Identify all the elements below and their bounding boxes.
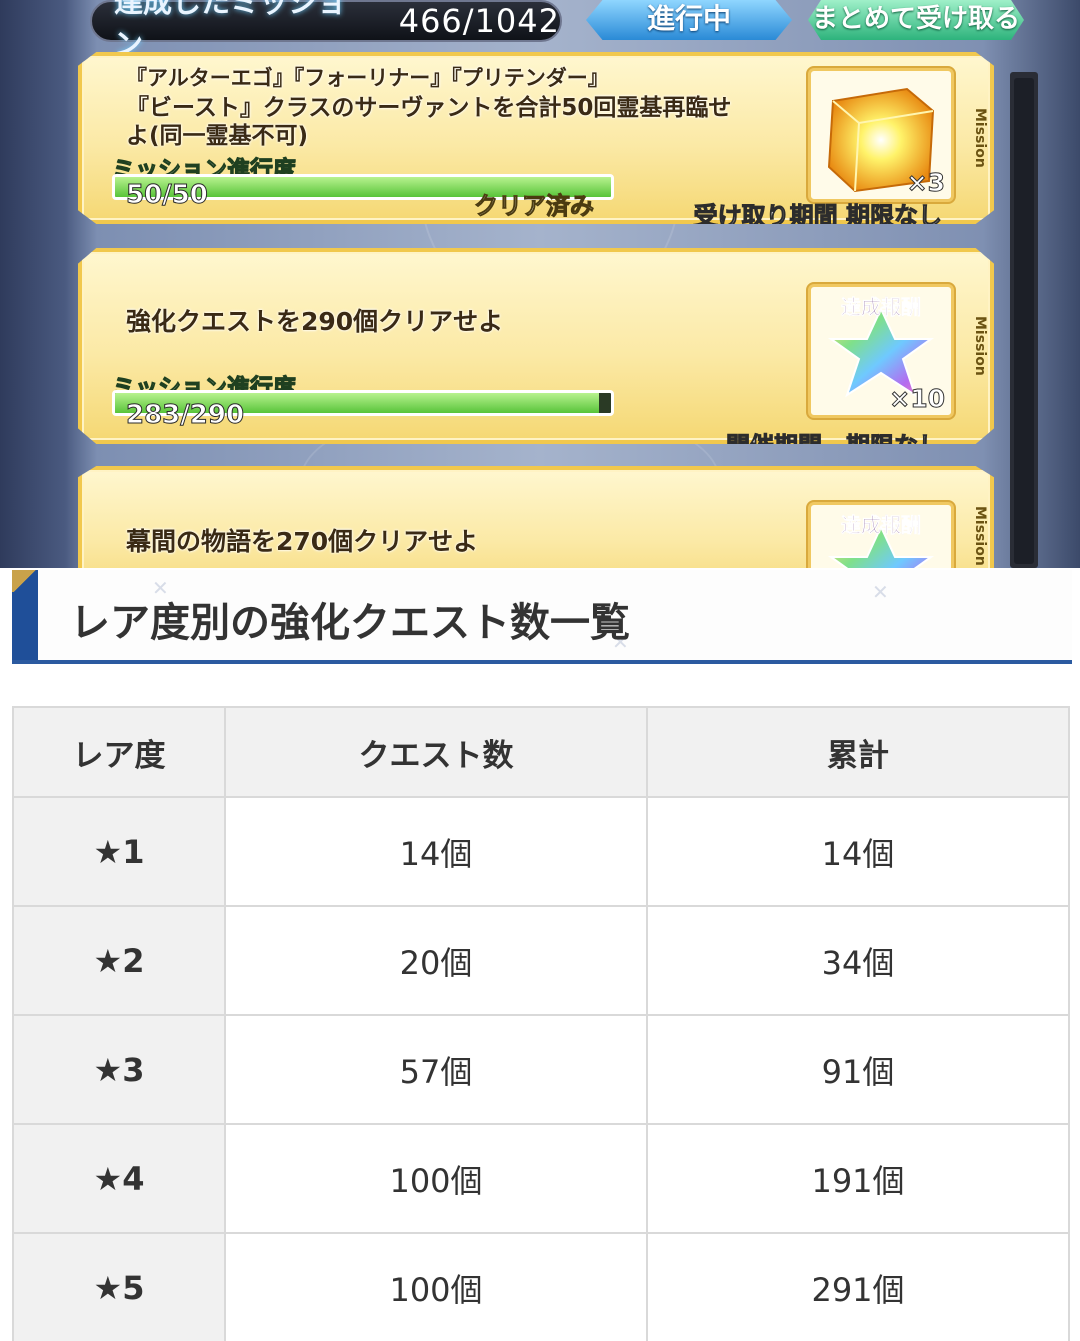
mission-period-text: 受け取り期間 期限なし [693,202,942,230]
heading-sparkle-icon: ✕ [872,580,889,604]
column-header-cumulative: 累計 [646,706,1070,798]
page-title: レア度別の強化クエスト数一覧 [70,600,630,646]
mission-side-tag: Mission [972,506,988,566]
mission-description-line: 強化クエストを290個クリアせよ [126,307,504,336]
mission-reward-quantity: ×3 [906,168,945,198]
quest-count-cell: 100個 [224,1232,648,1341]
mission-progress-value: 283/290 [125,400,245,431]
reward-caption: 達成報酬 [841,513,922,538]
rarity-cell: ★3 [12,1014,226,1125]
mission-description-line: よ(同一霊基不可) [126,123,309,149]
mission-progress-value: 50/50 [126,180,209,211]
claim-all-button[interactable]: まとめて受け取る [808,0,1024,40]
rarity-cell: ★2 [12,905,226,1016]
column-header-quest-count: クエスト数 [224,706,648,798]
table-row: ★4 100個 191個 [12,1123,1070,1234]
mission-reward-quantity: ×10 [889,384,946,414]
heading-accent-ornament [12,570,38,592]
table-row: ★2 20個 34個 [12,905,1070,1016]
mission-reward-box[interactable]: 達成報酬 [808,502,954,568]
game-screenshot: 達成したミッション 466/1042 進行中 まとめて受け取る 『アルターエゴ』… [0,0,1080,568]
quest-count-cell: 20個 [224,905,648,1016]
mission-card[interactable]: 強化クエストを290個クリアせよ ミッション進行度 283/290 達成報酬 ×… [78,248,994,444]
cumulative-cell: 291個 [646,1232,1070,1341]
scrollbar-thumb[interactable] [1014,78,1034,564]
mission-side-tag: Mission [972,316,988,376]
mission-side-tag: Mission [972,108,988,168]
cumulative-cell: 34個 [646,905,1070,1016]
cumulative-cell: 14個 [646,796,1070,907]
article-section: ✕ ✕ ✕ レア度別の強化クエスト数一覧 レア度 クエスト数 累計 ★1 14個… [0,568,1080,1341]
mission-cleared-label: クリア済み [474,192,595,221]
rarity-cell: ★1 [12,796,226,907]
table-row: ★1 14個 14個 [12,796,1070,907]
mission-reward-box[interactable]: 達成報酬 ×10 [808,284,954,418]
reward-caption: 達成報酬 [841,295,922,320]
cumulative-cell: 191個 [646,1123,1070,1234]
quest-count-cell: 14個 [224,796,648,907]
mission-period-text: 開催期間 期限なし [726,432,943,460]
quest-count-table: レア度 クエスト数 累計 ★1 14個 14個 ★2 20個 34個 ★3 57… [12,706,1070,1341]
mission-card[interactable]: 『アルターエゴ』『フォーリナー』『プリテンダー』 『ビースト』クラスのサーヴァン… [78,52,994,224]
column-header-rarity: レア度 [12,706,226,798]
mission-card[interactable]: 幕間の物語を270個クリアせよ 達成報酬 Mission [78,466,994,568]
in-progress-button[interactable]: 進行中 [586,0,792,40]
quest-count-cell: 100個 [224,1123,648,1234]
mission-description-line: 幕間の物語を270個クリアせよ [126,527,479,556]
achieved-missions-count: 466/1042 [398,2,560,40]
rarity-cell: ★5 [12,1232,226,1341]
cumulative-cell: 91個 [646,1014,1070,1125]
table-row: ★5 100個 291個 [12,1232,1070,1341]
quest-count-cell: 57個 [224,1014,648,1125]
table-row: ★3 57個 91個 [12,1014,1070,1125]
mission-reward-box[interactable]: ×3 [808,68,954,202]
table-header-row: レア度 クエスト数 累計 [12,706,1070,798]
achieved-missions-counter: 達成したミッション 466/1042 [90,0,562,61]
rarity-cell: ★4 [12,1123,226,1234]
section-heading: ✕ ✕ ✕ レア度別の強化クエスト数一覧 [12,570,1072,664]
